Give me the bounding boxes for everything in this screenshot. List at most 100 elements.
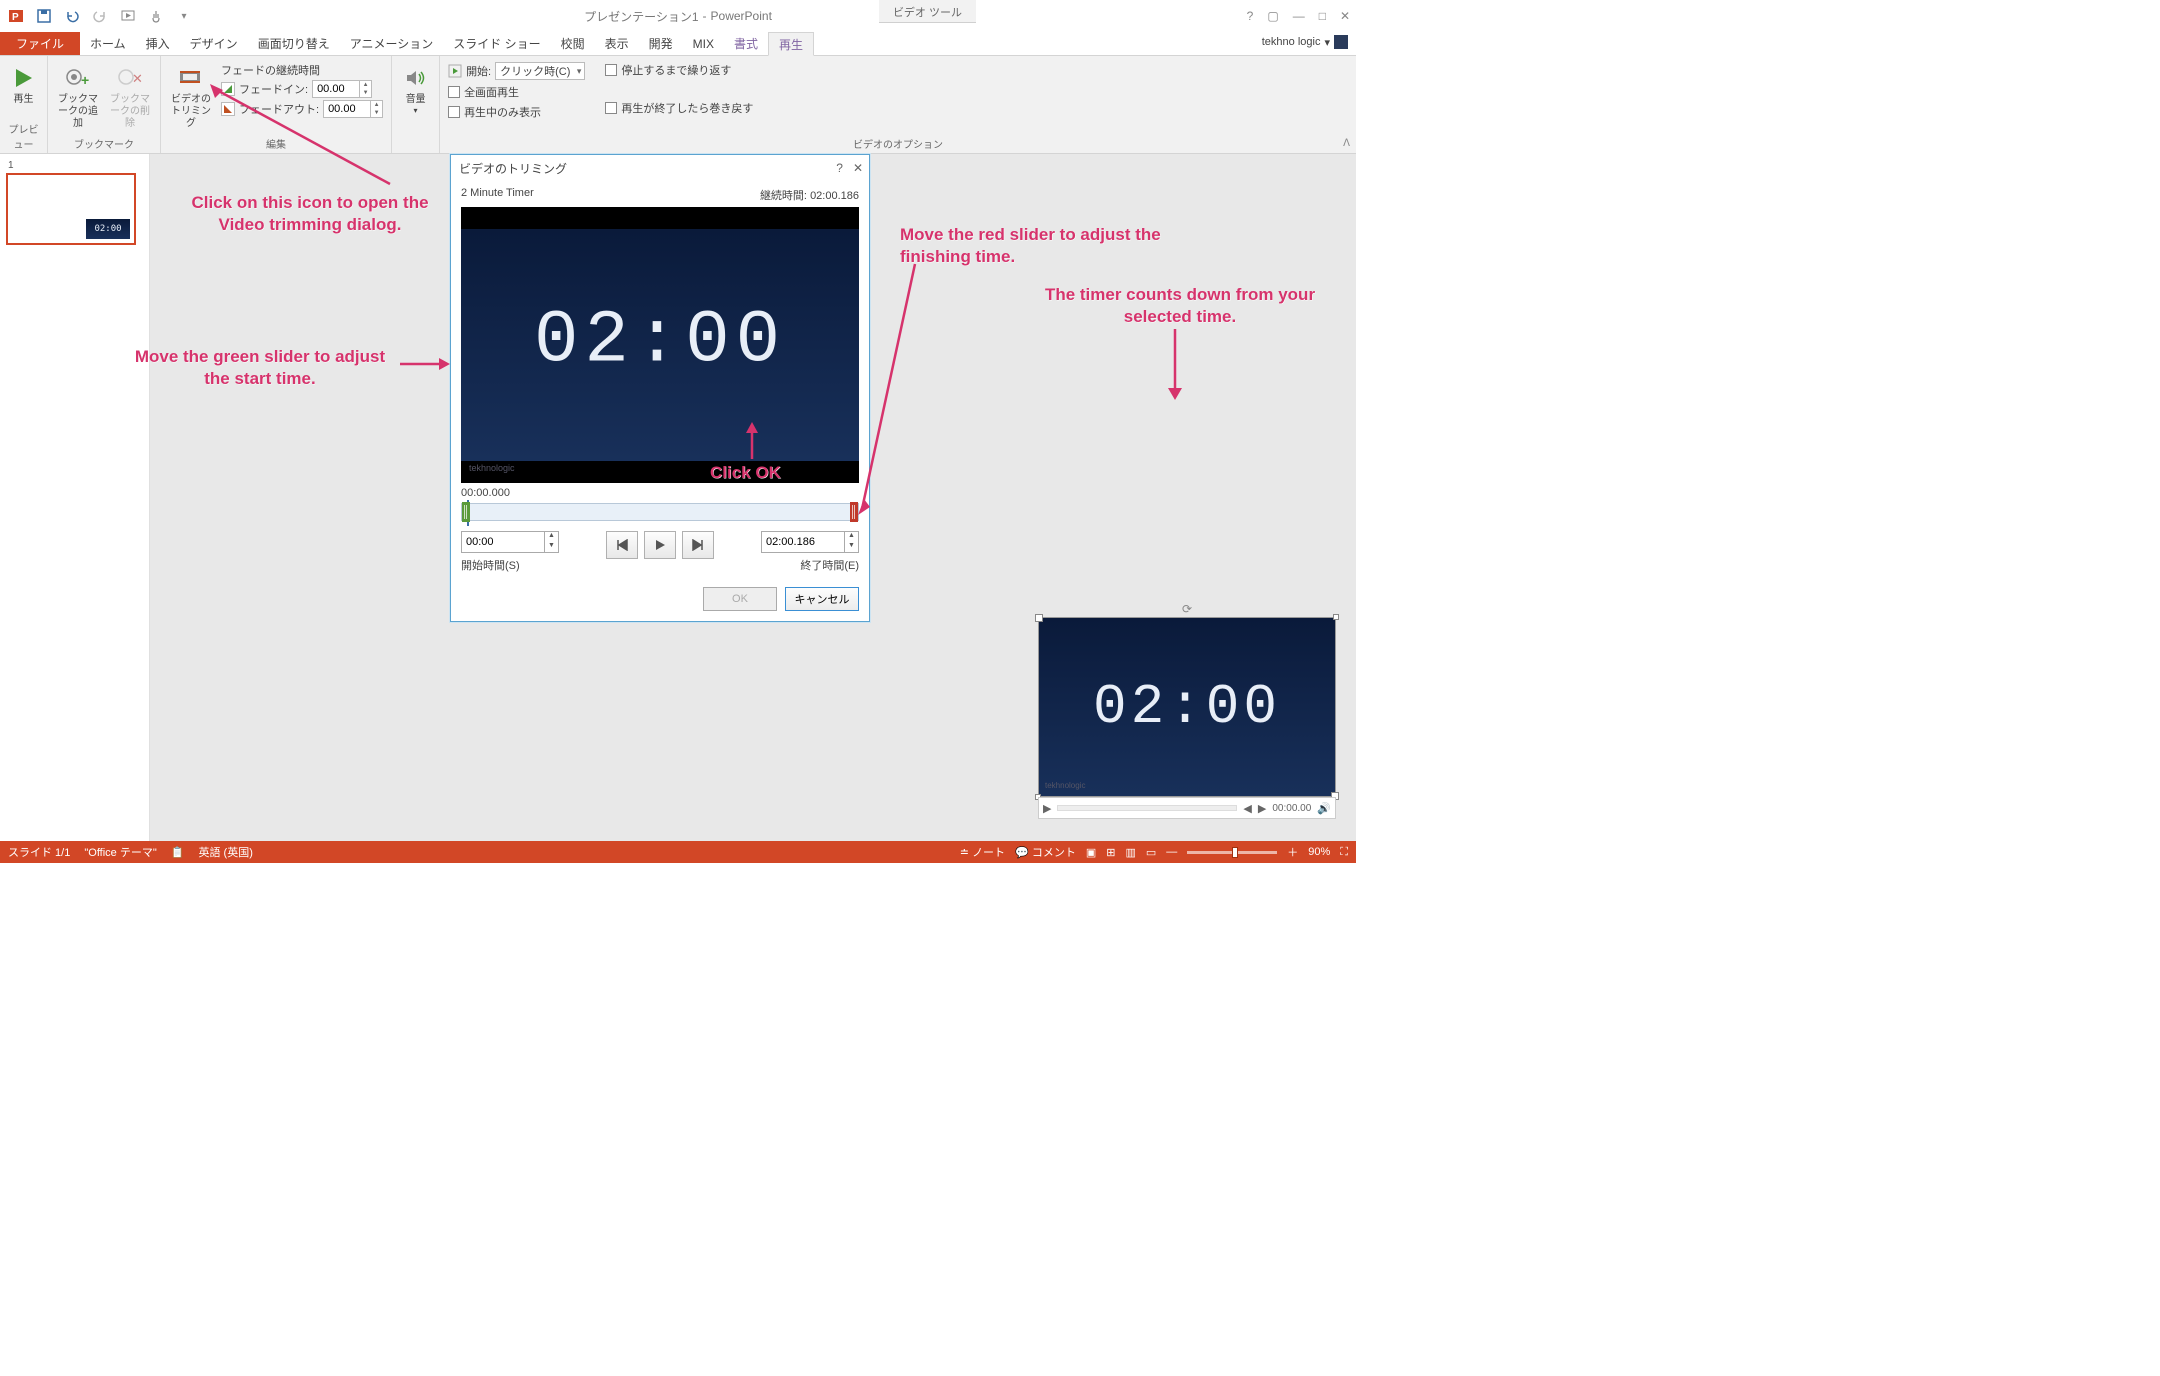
current-time-label: 00:00.000 [461,487,859,499]
duration-text: 継続時間: 02:00.186 [760,187,859,203]
trim-end-handle[interactable] [850,502,858,522]
tab-mix[interactable]: MIX [683,32,724,55]
user-account[interactable]: tekhno logic ▾ [1262,35,1348,49]
save-icon[interactable] [36,8,52,24]
video-logo: tekhnologic [469,463,515,473]
annotation-green-slider: Move the green slider to adjust the star… [120,346,400,390]
tab-transitions[interactable]: 画面切り替え [248,32,340,55]
media-time: 00:00.00 [1272,803,1311,814]
rotate-handle-icon[interactable]: ⟳ [1182,602,1192,616]
view-sorter-icon[interactable]: ⊞ [1106,846,1115,859]
undo-icon[interactable] [64,8,80,24]
notes-toggle[interactable]: ≐ ノート [960,844,1005,860]
volume-button[interactable]: 音量▾ [400,60,431,116]
dialog-help-icon[interactable]: ? [836,161,843,175]
rewind-checkbox[interactable] [605,102,617,114]
ribbon-display-icon[interactable]: ▢ [1267,9,1278,23]
tab-playback[interactable]: 再生 [768,32,814,56]
tab-slideshow[interactable]: スライド ショー [443,32,550,55]
svg-text:+: + [81,72,89,88]
status-theme: "Office テーマ" [84,844,156,860]
fade-in-icon [221,82,235,96]
media-volume-icon[interactable]: 🔊 [1317,802,1331,815]
fade-out-icon [221,102,235,116]
group-video-options: ビデオのオプション [448,134,1348,151]
minimize-icon[interactable]: ― [1293,9,1305,23]
next-frame-button[interactable] [682,531,714,559]
close-icon[interactable]: ✕ [1340,9,1350,23]
zoom-out-icon[interactable]: ― [1166,846,1177,858]
fade-in-spinner[interactable]: ▲▼ [312,80,372,98]
trim-start-handle[interactable] [462,502,470,522]
tab-review[interactable]: 校閲 [551,32,595,55]
media-progress[interactable] [1057,805,1237,811]
view-slideshow-icon[interactable]: ▭ [1146,846,1156,859]
help-icon[interactable]: ? [1247,9,1254,23]
video-preview: 02:00 tekhnologic [461,207,859,483]
annotation-trim-icon: Click on this icon to open the Video tri… [180,192,440,236]
tab-format[interactable]: 書式 [724,32,768,55]
start-time-spinner[interactable]: ▲▼ [461,531,559,553]
remove-bookmark-button: ✕ ブックマークの削除 [108,60,152,130]
slide-canvas[interactable]: ビデオのトリミング ? ✕ 2 Minute Timer 継続時間: 02:00… [150,154,1356,841]
media-controls: ▶ ◀ ▶ 00:00.00 🔊 [1038,797,1336,819]
zoom-level[interactable]: 90% [1308,846,1330,858]
tab-insert[interactable]: 挿入 [136,32,180,55]
ok-button[interactable]: OK [703,587,777,611]
zoom-slider[interactable] [1187,851,1277,854]
fade-out-spinner[interactable]: ▲▼ [323,100,383,118]
end-time-label: 終了時間(E) [761,557,859,573]
trim-video-icon [177,64,205,92]
start-play-icon [448,64,462,78]
media-fwd-icon[interactable]: ▶ [1258,802,1266,815]
end-time-spinner[interactable]: ▲▼ [761,531,859,553]
avatar-icon [1334,35,1348,49]
media-back-icon[interactable]: ◀ [1243,802,1251,815]
slideshow-icon[interactable] [120,8,136,24]
volume-icon [402,64,430,92]
start-dropdown[interactable]: クリック時(C) [495,62,585,80]
fit-slide-icon[interactable]: ⛶ [1340,846,1348,859]
tab-file[interactable]: ファイル [0,32,80,55]
touch-mode-icon[interactable] [148,8,164,24]
collapse-ribbon-icon[interactable]: ᐱ [1343,138,1350,149]
trim-video-button[interactable]: ビデオのトリミング [169,60,213,130]
status-slide: スライド 1/1 [8,844,70,860]
fullscreen-checkbox[interactable] [448,86,460,98]
tab-view[interactable]: 表示 [595,32,639,55]
slide-number: 1 [8,160,143,171]
play-button[interactable] [644,531,676,559]
add-bookmark-button[interactable]: + ブックマークの追加 [56,60,100,130]
qat-more-icon[interactable]: ▾ [176,8,192,24]
slide-timer-digits: 02:00 [1093,675,1281,739]
spelling-icon[interactable]: 📋 [171,846,185,859]
maximize-icon[interactable]: □ [1319,9,1326,23]
play-preview-button[interactable]: 再生 [8,60,39,106]
group-bookmark: ブックマーク [56,134,152,151]
fade-duration-label: フェードの継続時間 [221,62,383,78]
loop-checkbox[interactable] [605,64,617,76]
view-reading-icon[interactable]: ▥ [1125,846,1135,859]
zoom-in-icon[interactable]: ＋ [1287,844,1298,860]
view-normal-icon[interactable]: ▣ [1086,846,1096,859]
cancel-button[interactable]: キャンセル [785,587,859,611]
status-lang[interactable]: 英語 (英国) [198,844,252,860]
media-play-icon[interactable]: ▶ [1043,802,1051,815]
tab-home[interactable]: ホーム [80,32,136,55]
slide-thumbnail[interactable]: 02:00 [6,173,136,245]
group-edit: 編集 [169,134,383,151]
tab-design[interactable]: デザイン [180,32,248,55]
tab-animations[interactable]: アニメーション [340,32,444,55]
loop-label: 停止するまで繰り返す [621,62,731,78]
trim-track[interactable] [461,503,859,521]
dialog-close-icon[interactable]: ✕ [853,161,863,175]
slide-video-logo: tekhnologic [1045,781,1085,790]
prev-frame-button[interactable] [606,531,638,559]
group-preview: プレビュー [8,119,39,151]
tab-developer[interactable]: 開発 [639,32,683,55]
slide-video-object[interactable]: ⟳ 02:00 tekhnologic [1038,617,1336,797]
comments-toggle[interactable]: 💬 コメント [1015,844,1076,860]
slide-panel[interactable]: 1 02:00 [0,154,150,841]
redo-icon[interactable] [92,8,108,24]
hide-checkbox[interactable] [448,106,460,118]
